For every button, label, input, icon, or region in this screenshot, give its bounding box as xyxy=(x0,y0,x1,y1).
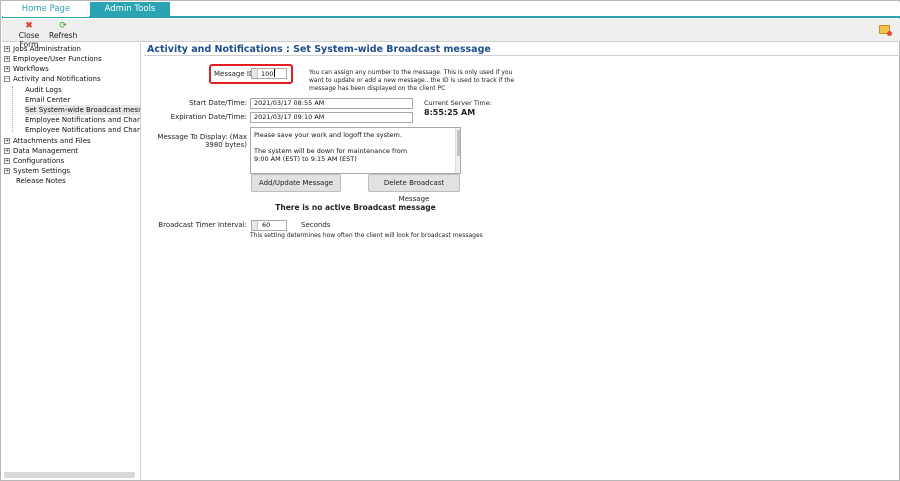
notification-icon[interactable] xyxy=(879,25,892,36)
sidebar-item-activity-and-notifications[interactable]: − Activity and Notifications xyxy=(4,74,101,84)
server-time-label: Current Server Time: xyxy=(424,99,492,107)
toolbar: ✖ Close Form ⟳ Refresh xyxy=(2,19,900,49)
sidebar-item-broadcast-message[interactable]: Set System-wide Broadcast message xyxy=(25,105,140,115)
sidebar-item-label: Employee/User Functions xyxy=(13,55,102,63)
message-line: The system will be down for maintenance … xyxy=(254,147,408,155)
sidebar-item-release-notes[interactable]: Release Notes xyxy=(16,176,66,186)
sidebar-item-label: Jobs Administration xyxy=(13,45,81,53)
message-display-label-limit: 3980 bytes) xyxy=(204,141,247,149)
title-divider xyxy=(144,55,900,56)
message-id-input[interactable]: 100 xyxy=(251,68,287,79)
sidebar-item-jobs-administration[interactable]: + Jobs Administration xyxy=(4,44,81,54)
message-line: Please save your work and logoff the sys… xyxy=(254,131,402,139)
sidebar-item-attachments-and-files[interactable]: + Attachments and Files xyxy=(4,136,91,146)
timer-interval-input[interactable]: 60 xyxy=(251,220,287,231)
expand-icon[interactable]: + xyxy=(4,66,10,72)
refresh-icon: ⟳ xyxy=(59,21,67,31)
tree-connector xyxy=(12,86,13,132)
refresh-button[interactable]: ⟳ Refresh xyxy=(49,21,77,41)
no-active-message-status: There is no active Broadcast message xyxy=(275,203,436,212)
message-id-spinner[interactable] xyxy=(252,69,258,78)
start-date-label: Start Date/Time: xyxy=(189,99,247,107)
refresh-label: Refresh xyxy=(49,31,78,40)
expand-icon[interactable]: + xyxy=(4,168,10,174)
expand-icon[interactable]: + xyxy=(4,46,10,52)
sidebar-item-label: Activity and Notifications xyxy=(13,75,101,83)
sidebar-item-workflows[interactable]: + Workflows xyxy=(4,64,49,74)
add-update-message-button[interactable]: Add/Update Message xyxy=(251,174,341,192)
top-tab-bar: Home Page Admin Tools xyxy=(2,2,900,18)
server-time-value: 8:55:25 AM xyxy=(424,108,476,117)
message-line: 9:00 AM (EST) to 9:15 AM (EST) xyxy=(254,155,357,163)
sidebar-item-employee-notifications-2[interactable]: Employee Notifications and Change even xyxy=(25,125,140,135)
app-window: Home Page Admin Tools ✖ Close Form ⟳ Ref… xyxy=(0,0,900,481)
sidebar-item-employee-user-functions[interactable]: + Employee/User Functions xyxy=(4,54,102,64)
collapse-icon[interactable]: − xyxy=(4,76,10,82)
sidebar-item-label: Data Management xyxy=(13,147,79,155)
page-title: Activity and Notifications : Set System-… xyxy=(147,44,491,55)
sidebar-item-audit-logs[interactable]: Audit Logs xyxy=(25,85,62,95)
expand-icon[interactable]: + xyxy=(4,56,10,62)
textarea-scrollbar[interactable] xyxy=(455,128,460,173)
start-date-input[interactable]: 2021/03/17 08:55 AM xyxy=(250,98,413,109)
sidebar-item-configurations[interactable]: + Configurations xyxy=(4,156,64,166)
expand-icon[interactable]: + xyxy=(4,158,10,164)
sidebar-item-system-settings[interactable]: + System Settings xyxy=(4,166,70,176)
sidebar-item-label: System Settings xyxy=(13,167,71,175)
timer-interval-label: Broadcast Timer Interval: xyxy=(158,221,247,229)
message-display-label: Message To Display: (Max xyxy=(157,133,247,141)
expand-icon[interactable]: + xyxy=(4,148,10,154)
expand-icon[interactable]: + xyxy=(4,138,10,144)
main-content: Activity and Notifications : Set System-… xyxy=(144,43,900,480)
close-form-button[interactable]: ✖ Close Form xyxy=(12,21,46,49)
timer-interval-spinner[interactable] xyxy=(252,221,258,230)
message-textarea[interactable]: Please save your work and logoff the sys… xyxy=(250,127,461,174)
timer-help-text: This setting determines how often the cl… xyxy=(250,232,483,239)
expiration-date-input[interactable]: 2021/03/17 09:10 AM xyxy=(250,112,413,123)
tab-home-page[interactable]: Home Page xyxy=(3,2,89,17)
sidebar-item-email-center[interactable]: Email Center xyxy=(25,95,70,105)
message-line xyxy=(254,139,457,147)
sidebar-horizontal-scrollbar[interactable] xyxy=(4,472,135,478)
sidebar-tree: + Jobs Administration + Employee/User Func… xyxy=(4,43,141,480)
message-id-help-text: You can assign any number to the message… xyxy=(309,69,515,92)
sidebar-item-employee-notifications-1[interactable]: Employee Notifications and Change even xyxy=(25,115,140,125)
tab-admin-tools[interactable]: Admin Tools xyxy=(90,2,170,17)
expiration-date-label: Expiration Date/Time: xyxy=(170,113,247,121)
sidebar-item-label: Attachments and Files xyxy=(13,137,91,145)
sidebar-item-label: Configurations xyxy=(13,157,65,165)
timer-interval-value: 60 xyxy=(262,221,271,229)
delete-broadcast-message-button[interactable]: Delete Broadcast Message xyxy=(368,174,460,203)
sidebar-item-label: Workflows xyxy=(13,65,49,73)
timer-unit-label: Seconds xyxy=(301,221,331,229)
sidebar-item-data-management[interactable]: + Data Management xyxy=(4,146,78,156)
close-x-icon: ✖ xyxy=(25,21,33,31)
message-id-value: 100 xyxy=(261,69,276,78)
